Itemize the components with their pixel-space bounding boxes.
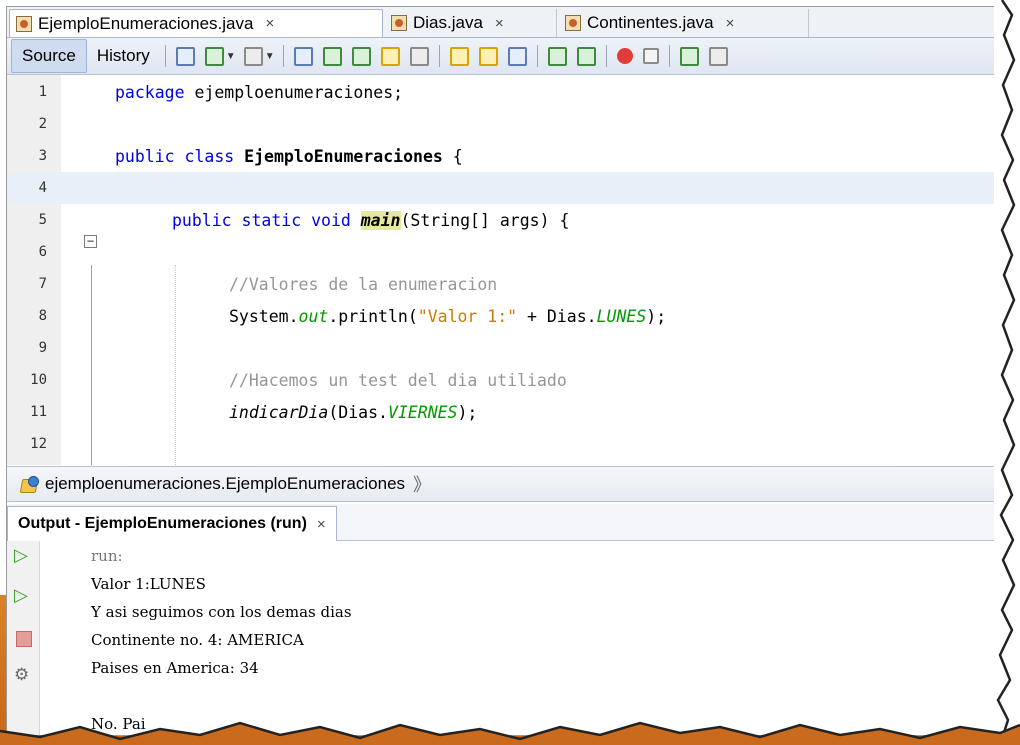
output-line: Paises en America: 34: [91, 659, 259, 677]
line-number: 8: [38, 308, 47, 324]
toolbar-separator: [164, 45, 166, 67]
line-number: 7: [38, 276, 47, 292]
line-number: 11: [30, 404, 47, 420]
torn-edge-decoration: [0, 705, 1020, 745]
close-icon[interactable]: ×: [495, 15, 504, 32]
package-class-icon: [19, 475, 39, 493]
output-header: Output - EjemploEnumeraciones (run) ×: [7, 504, 1001, 541]
line-number: 2: [38, 116, 47, 132]
line-number: 4: [38, 180, 47, 196]
close-icon[interactable]: ×: [265, 15, 274, 32]
tab-label: EjemploEnumeraciones.java: [38, 13, 254, 33]
editor-tab-bar: EjemploEnumeraciones.java × Dias.java × …: [7, 7, 1001, 38]
output-line: Continente no. 4: AMERICA: [91, 631, 304, 649]
previous-bookmark-icon[interactable]: [449, 46, 469, 66]
line-number: 12: [30, 436, 47, 452]
breadcrumb-arrow-icon[interactable]: 》: [413, 471, 431, 497]
code-text: public static void main(String[] args) {: [172, 210, 570, 230]
code-line: 12: [7, 428, 1001, 460]
close-icon[interactable]: ×: [317, 516, 326, 533]
find-icon[interactable]: [293, 46, 313, 66]
code-line: 2: [7, 108, 1001, 140]
code-line: 10 //Hacemos un test del dia utiliado: [7, 364, 1001, 396]
output-line: Y asi seguimos con los demas dias: [91, 603, 352, 621]
java-file-icon: [565, 15, 581, 31]
code-text: package ejemploenumeraciones;: [115, 82, 404, 102]
output-title: Output - EjemploEnumeraciones (run): [18, 515, 307, 532]
breadcrumb[interactable]: ejemploenumeraciones.EjemploEnumeracione…: [45, 474, 405, 494]
line-number: 1: [38, 84, 47, 100]
dropdown-arrow-icon[interactable]: ▼: [226, 51, 236, 62]
back-icon[interactable]: [204, 46, 224, 66]
line-number: 10: [30, 372, 47, 388]
stop-macro-recording-icon[interactable]: [642, 48, 659, 64]
tab-dias[interactable]: Dias.java ×: [385, 9, 557, 37]
uncomment-icon[interactable]: [708, 46, 728, 66]
toggle-highlight-icon[interactable]: [380, 46, 400, 66]
torn-edge-decoration: [994, 0, 1020, 745]
code-line: 5 public static void main(String[] args)…: [7, 204, 1001, 236]
code-text: public class EjemploEnumeraciones {: [115, 146, 463, 166]
toggle-rect-selection-icon[interactable]: [409, 46, 429, 66]
tab-continentes[interactable]: Continentes.java ×: [559, 9, 809, 37]
toolbar-separator: [282, 45, 284, 67]
toolbar-separator: [536, 45, 538, 67]
ide-window: EjemploEnumeraciones.java × Dias.java × …: [6, 6, 1002, 736]
java-file-icon: [16, 15, 32, 32]
last-edit-icon[interactable]: [175, 46, 195, 66]
rerun-icon[interactable]: ▷: [14, 547, 32, 565]
code-line: 9: [7, 332, 1001, 364]
stop-icon[interactable]: [16, 631, 32, 647]
output-line: Valor 1:LUNES: [91, 575, 206, 593]
find-next-icon[interactable]: [351, 46, 371, 66]
toolbar-separator: [605, 45, 607, 67]
history-button[interactable]: History: [87, 40, 160, 72]
rerun-with-params-icon[interactable]: ▷: [14, 587, 32, 605]
code-line: 7 //Valores de la enumeracion: [7, 268, 1001, 300]
code-comment: //Valores de la enumeracion: [229, 274, 498, 294]
shift-left-icon[interactable]: [547, 46, 567, 66]
line-number: 6: [38, 244, 47, 260]
line-number: 3: [38, 148, 47, 164]
line-number: 5: [38, 212, 47, 228]
dropdown-arrow-icon[interactable]: ▼: [265, 51, 275, 62]
code-text: System.out.println("Valor 1:" + Dias.LUN…: [229, 306, 667, 326]
shift-right-icon[interactable]: [576, 46, 596, 66]
code-editor[interactable]: − 1 package ejemploenumeraciones; 2 3 pu…: [7, 75, 1001, 465]
tab-ejemploenumeraciones[interactable]: EjemploEnumeraciones.java ×: [9, 9, 383, 37]
java-file-icon: [391, 15, 407, 31]
close-icon[interactable]: ×: [726, 15, 735, 32]
code-text: indicarDia(Dias.VIERNES);: [229, 402, 478, 422]
code-comment: //Hacemos un test del dia utiliado: [229, 370, 567, 390]
code-line-current: 4: [7, 172, 1001, 204]
navigation-bar: ejemploenumeraciones.EjemploEnumeracione…: [7, 466, 1001, 502]
output-line: run:: [91, 547, 123, 565]
tab-label: Continentes.java: [587, 13, 714, 32]
code-line: 8 System.out.println("Valor 1:" + Dias.L…: [7, 300, 1001, 332]
start-macro-recording-icon[interactable]: [616, 48, 633, 64]
code-line: 1 package ejemploenumeraciones;: [7, 76, 1001, 108]
next-bookmark-icon[interactable]: [478, 46, 498, 66]
toggle-bookmark-icon[interactable]: [507, 46, 527, 66]
toolbar-separator: [438, 45, 440, 67]
comment-icon[interactable]: [679, 46, 699, 66]
editor-toolbar: Source History ▼ ▼: [7, 38, 1001, 75]
tab-output[interactable]: Output - EjemploEnumeraciones (run) ×: [7, 506, 337, 541]
toolbar-separator: [668, 45, 670, 67]
code-line: 11 indicarDia(Dias.VIERNES);: [7, 396, 1001, 428]
code-line: 6: [7, 236, 1001, 268]
source-button[interactable]: Source: [11, 39, 87, 73]
forward-icon[interactable]: [243, 46, 263, 66]
find-previous-icon[interactable]: [322, 46, 342, 66]
tab-label: Dias.java: [413, 13, 483, 32]
settings-icon[interactable]: ⚙: [14, 665, 32, 685]
code-line: 3 public class EjemploEnumeraciones {: [7, 140, 1001, 172]
line-number: 9: [38, 340, 47, 356]
